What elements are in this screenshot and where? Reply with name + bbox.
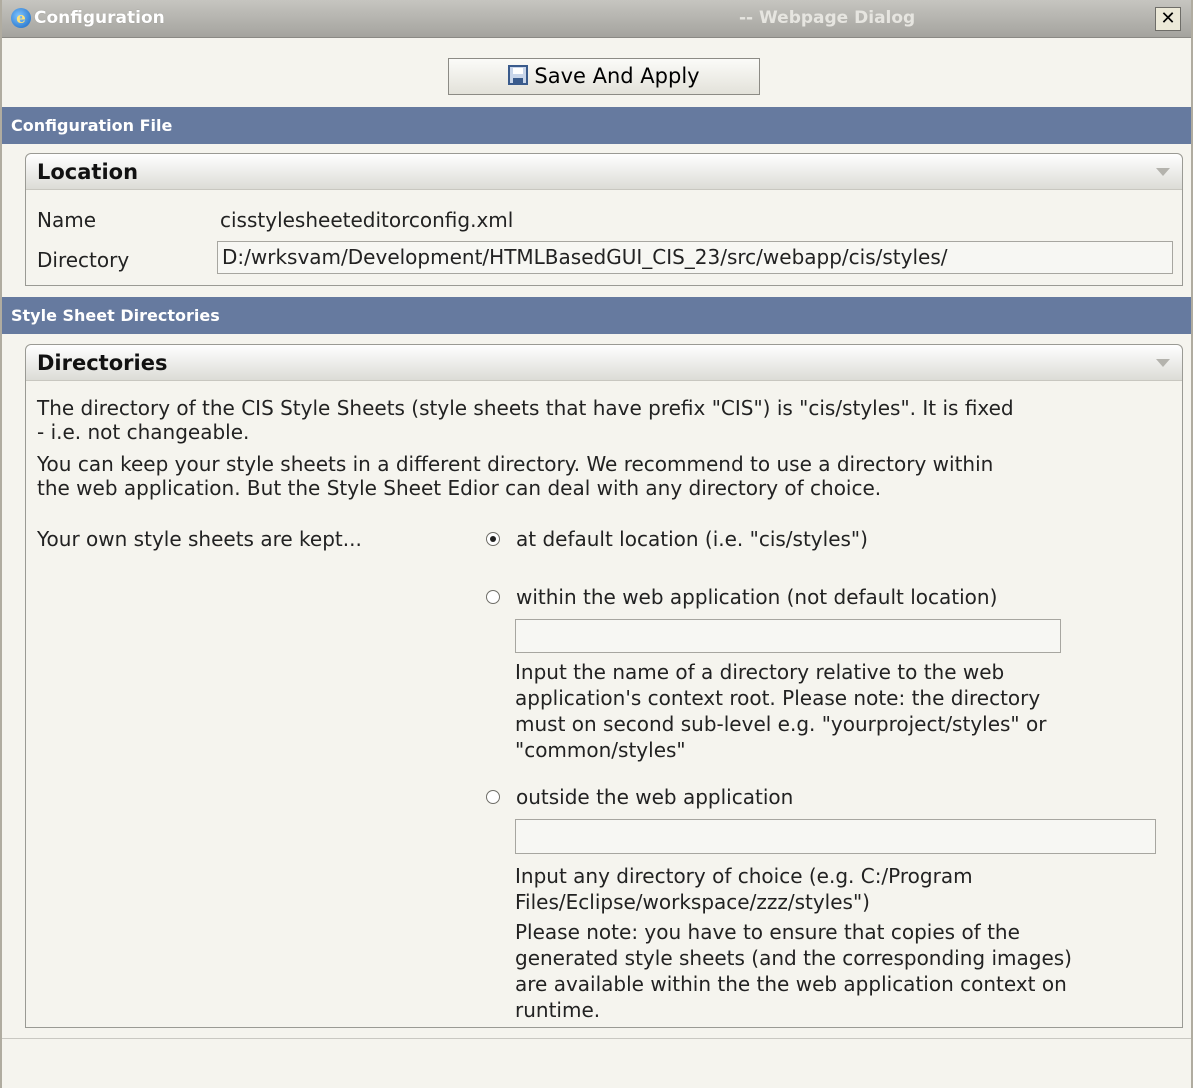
name-label: Name [37,208,97,232]
directory-field[interactable]: D:/wrksvam/Development/HTMLBasedGUI_CIS_… [217,241,1173,274]
option-outside-web-application-label[interactable]: outside the web application [516,785,793,809]
kept-label: Your own style sheets are kept... [37,527,362,551]
title-bar[interactable]: e Configuration -- Webpage Dialog ✕ [2,0,1191,38]
name-value: cisstylesheeteditorconfig.xml [220,208,514,232]
footer-divider [2,1038,1191,1039]
collapse-triangle-icon[interactable] [1156,359,1170,367]
recommendation-text: You can keep your style sheets in a diff… [37,452,1177,500]
text-line: runtime. [515,998,601,1022]
option-within-web-application-label[interactable]: within the web application (not default … [516,585,997,609]
text-line: Input the name of a directory relative t… [515,660,1005,684]
within-web-application-directory-input[interactable] [515,619,1061,653]
location-panel-header[interactable]: Location [26,154,1182,190]
radio-outside-web-application[interactable] [486,790,500,804]
save-and-apply-button[interactable]: Save And Apply [448,58,760,95]
directories-panel-title: Directories [37,351,168,375]
section-header-configuration-file: Configuration File [2,107,1191,144]
text-line: The directory of the CIS Style Sheets (s… [37,396,1014,420]
outside-web-application-hint: Input any directory of choice (e.g. C:/P… [515,863,973,915]
window-subtitle: -- Webpage Dialog [739,8,916,28]
dialog-window: e Configuration -- Webpage Dialog ✕ Save… [0,0,1193,1088]
fixed-directory-text: The directory of the CIS Style Sheets (s… [37,396,1177,444]
close-icon: ✕ [1160,8,1176,29]
floppy-disk-icon [508,65,529,85]
directory-label: Directory [37,248,130,272]
option-default-location-label[interactable]: at default location (i.e. "cis/styles") [516,527,868,551]
outside-web-application-directory-input[interactable] [515,819,1156,854]
radio-within-web-application[interactable] [486,590,500,604]
text-line: generated style sheets (and the correspo… [515,946,1072,970]
section-header-style-sheet-directories: Style Sheet Directories [2,297,1191,334]
text-line: Input any directory of choice (e.g. C:/P… [515,864,973,888]
collapse-triangle-icon[interactable] [1156,168,1170,176]
text-line: Please note: you have to ensure that cop… [515,920,1020,944]
within-web-application-hint: Input the name of a directory relative t… [515,659,1046,763]
directories-panel: Directories The directory of the CIS Sty… [25,344,1183,1028]
text-line: the web application. But the Style Sheet… [37,476,882,500]
window-title: Configuration [34,8,165,28]
radio-default-location[interactable] [486,532,500,546]
text-line: Files/Eclipse/workspace/zzz/styles") [515,890,870,914]
location-panel: Location Name cisstylesheeteditorconfig.… [25,153,1183,286]
text-line: application's context root. Please note:… [515,686,1041,710]
text-line: "common/styles" [515,738,686,762]
text-line: - i.e. not changeable. [37,420,250,444]
text-line: You can keep your style sheets in a diff… [37,452,994,476]
text-line: are available within the the web applica… [515,972,1067,996]
text-line: must on second sub-level e.g. "yourproje… [515,712,1047,736]
internet-explorer-icon: e [11,8,31,28]
directories-panel-header[interactable]: Directories [26,345,1182,381]
save-and-apply-label: Save And Apply [534,64,700,88]
close-button[interactable]: ✕ [1155,7,1181,31]
location-panel-title: Location [37,160,139,184]
outside-web-application-note: Please note: you have to ensure that cop… [515,919,1072,1023]
